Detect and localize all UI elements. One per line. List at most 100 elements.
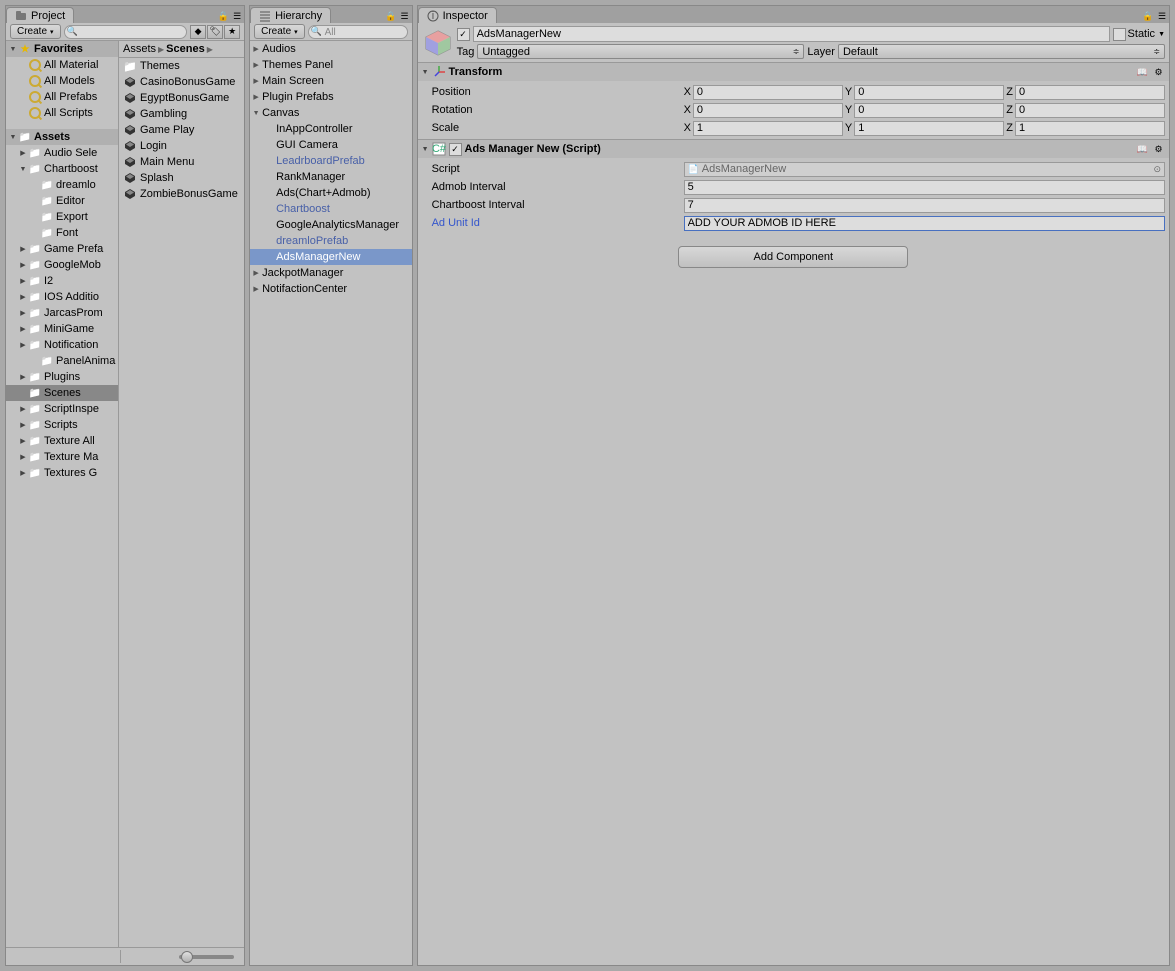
hierarchy-arrow-icon[interactable] xyxy=(250,110,262,117)
layer-dropdown[interactable]: Default xyxy=(838,44,1165,59)
tree-arrow-icon[interactable] xyxy=(18,325,28,333)
hierarchy-item[interactable]: Audios xyxy=(250,41,411,57)
lock-icon[interactable]: 🔒 xyxy=(216,9,230,23)
component-enabled-checkbox[interactable] xyxy=(449,143,462,156)
filter-by-label-icon[interactable]: 🏷 xyxy=(207,25,223,39)
asset-folder-item[interactable]: MiniGame xyxy=(6,321,118,337)
content-item[interactable]: Main Menu xyxy=(119,154,244,170)
rotation-x-input[interactable] xyxy=(693,103,843,118)
save-search-icon[interactable]: ★ xyxy=(224,25,240,39)
tree-arrow-icon[interactable] xyxy=(18,437,28,445)
hierarchy-item[interactable]: NotifactionCenter xyxy=(250,281,411,297)
lock-icon[interactable]: 🔒 xyxy=(384,9,398,23)
tree-arrow-icon[interactable] xyxy=(18,309,28,317)
tree-arrow-icon[interactable] xyxy=(18,293,28,301)
content-item[interactable]: Gambling xyxy=(119,106,244,122)
asset-folder-item[interactable]: Texture All xyxy=(6,433,118,449)
asset-folder-item[interactable]: Game Prefa xyxy=(6,241,118,257)
position-z-input[interactable] xyxy=(1015,85,1165,100)
hierarchy-item[interactable]: RankManager xyxy=(250,169,411,185)
content-item[interactable]: Game Play xyxy=(119,122,244,138)
hierarchy-arrow-icon[interactable] xyxy=(250,285,262,293)
panel-menu-icon[interactable]: ☰ xyxy=(230,9,244,23)
asset-folder-item[interactable]: PanelAnima xyxy=(6,353,118,369)
asset-folder-item[interactable]: Export xyxy=(6,209,118,225)
tree-arrow-icon[interactable] xyxy=(18,277,28,285)
active-checkbox[interactable] xyxy=(457,28,470,41)
tree-arrow-icon[interactable] xyxy=(18,421,28,429)
foldout-arrow-icon[interactable]: ▼ xyxy=(422,146,429,153)
favorite-item[interactable]: All Scripts xyxy=(6,105,118,121)
scale-x-input[interactable] xyxy=(693,121,843,136)
position-y-input[interactable] xyxy=(854,85,1004,100)
create-button[interactable]: Create xyxy=(10,24,61,39)
tree-arrow-icon[interactable] xyxy=(18,453,28,461)
inspector-tab[interactable]: i Inspector xyxy=(418,7,497,23)
hierarchy-arrow-icon[interactable] xyxy=(250,61,262,69)
filter-by-type-icon[interactable]: ◆ xyxy=(190,25,206,39)
content-item[interactable]: Themes xyxy=(119,58,244,74)
asset-folder-item[interactable]: ScriptInspe xyxy=(6,401,118,417)
tree-arrow-icon[interactable] xyxy=(18,166,28,173)
asset-folder-item[interactable]: dreamlo xyxy=(6,177,118,193)
hierarchy-item[interactable]: Themes Panel xyxy=(250,57,411,73)
hierarchy-item[interactable]: JackpotManager xyxy=(250,265,411,281)
breadcrumb-item[interactable]: Assets xyxy=(123,43,156,55)
tree-arrow-icon[interactable] xyxy=(18,469,28,477)
hierarchy-item[interactable]: Plugin Prefabs xyxy=(250,89,411,105)
asset-folder-item[interactable]: Font xyxy=(6,225,118,241)
foldout-arrow-icon[interactable]: ▼ xyxy=(422,69,429,76)
asset-folder-item[interactable]: Scenes xyxy=(6,385,118,401)
panel-menu-icon[interactable]: ☰ xyxy=(398,9,412,23)
asset-folder-item[interactable]: Texture Ma xyxy=(6,449,118,465)
content-item[interactable]: Splash xyxy=(119,170,244,186)
content-item[interactable]: CasinoBonusGame xyxy=(119,74,244,90)
tree-arrow-icon[interactable] xyxy=(18,261,28,269)
hierarchy-item[interactable]: dreamloPrefab xyxy=(250,233,411,249)
tree-arrow-icon[interactable] xyxy=(18,245,28,253)
content-item[interactable]: EgyptBonusGame xyxy=(119,90,244,106)
add-component-button[interactable]: Add Component xyxy=(678,246,908,268)
hierarchy-item[interactable]: GUI Camera xyxy=(250,137,411,153)
hierarchy-item[interactable]: GoogleAnalyticsManager xyxy=(250,217,411,233)
hierarchy-item[interactable]: Chartboost xyxy=(250,201,411,217)
static-checkbox[interactable] xyxy=(1113,28,1126,41)
asset-folder-item[interactable]: Chartboost xyxy=(6,161,118,177)
hierarchy-item[interactable]: AdsManagerNew xyxy=(250,249,411,265)
hierarchy-item[interactable]: InAppController xyxy=(250,121,411,137)
content-item[interactable]: ZombieBonusGame xyxy=(119,186,244,202)
gear-icon[interactable]: ⚙ xyxy=(1152,66,1165,79)
favorite-item[interactable]: All Material xyxy=(6,57,118,73)
position-x-input[interactable] xyxy=(693,85,843,100)
hierarchy-item[interactable]: Main Screen xyxy=(250,73,411,89)
breadcrumb-item[interactable]: Scenes xyxy=(166,43,205,55)
thumbnail-size-slider[interactable] xyxy=(179,955,234,959)
property-input[interactable] xyxy=(684,216,1165,231)
hierarchy-arrow-icon[interactable] xyxy=(250,77,262,85)
hierarchy-item[interactable]: Ads(Chart+Admob) xyxy=(250,185,411,201)
static-dropdown-icon[interactable]: ▼ xyxy=(1158,31,1165,38)
hierarchy-item[interactable]: Canvas xyxy=(250,105,411,121)
asset-folder-item[interactable]: GoogleMob xyxy=(6,257,118,273)
object-name-input[interactable] xyxy=(473,26,1110,42)
favorite-item[interactable]: All Prefabs xyxy=(6,89,118,105)
create-button[interactable]: Create xyxy=(254,24,305,39)
hierarchy-item[interactable]: LeadrboardPrefab xyxy=(250,153,411,169)
favorites-header[interactable]: Favorites xyxy=(6,41,118,57)
asset-folder-item[interactable]: Scripts xyxy=(6,417,118,433)
tag-dropdown[interactable]: Untagged xyxy=(477,44,804,59)
tree-arrow-icon[interactable] xyxy=(18,373,28,381)
script-object-field[interactable]: 📄 AdsManagerNew xyxy=(684,162,1165,177)
asset-folder-item[interactable]: Textures G xyxy=(6,465,118,481)
asset-folder-item[interactable]: Audio Sele xyxy=(6,145,118,161)
hierarchy-search-input[interactable]: All xyxy=(308,25,408,39)
property-input[interactable] xyxy=(684,180,1165,195)
favorite-item[interactable]: All Models xyxy=(6,73,118,89)
rotation-y-input[interactable] xyxy=(854,103,1004,118)
scale-y-input[interactable] xyxy=(854,121,1004,136)
help-icon[interactable]: 📖 xyxy=(1136,66,1149,79)
tree-arrow-icon[interactable] xyxy=(18,341,28,349)
asset-folder-item[interactable]: Plugins xyxy=(6,369,118,385)
asset-folder-item[interactable]: IOS Additio xyxy=(6,289,118,305)
hierarchy-arrow-icon[interactable] xyxy=(250,93,262,101)
